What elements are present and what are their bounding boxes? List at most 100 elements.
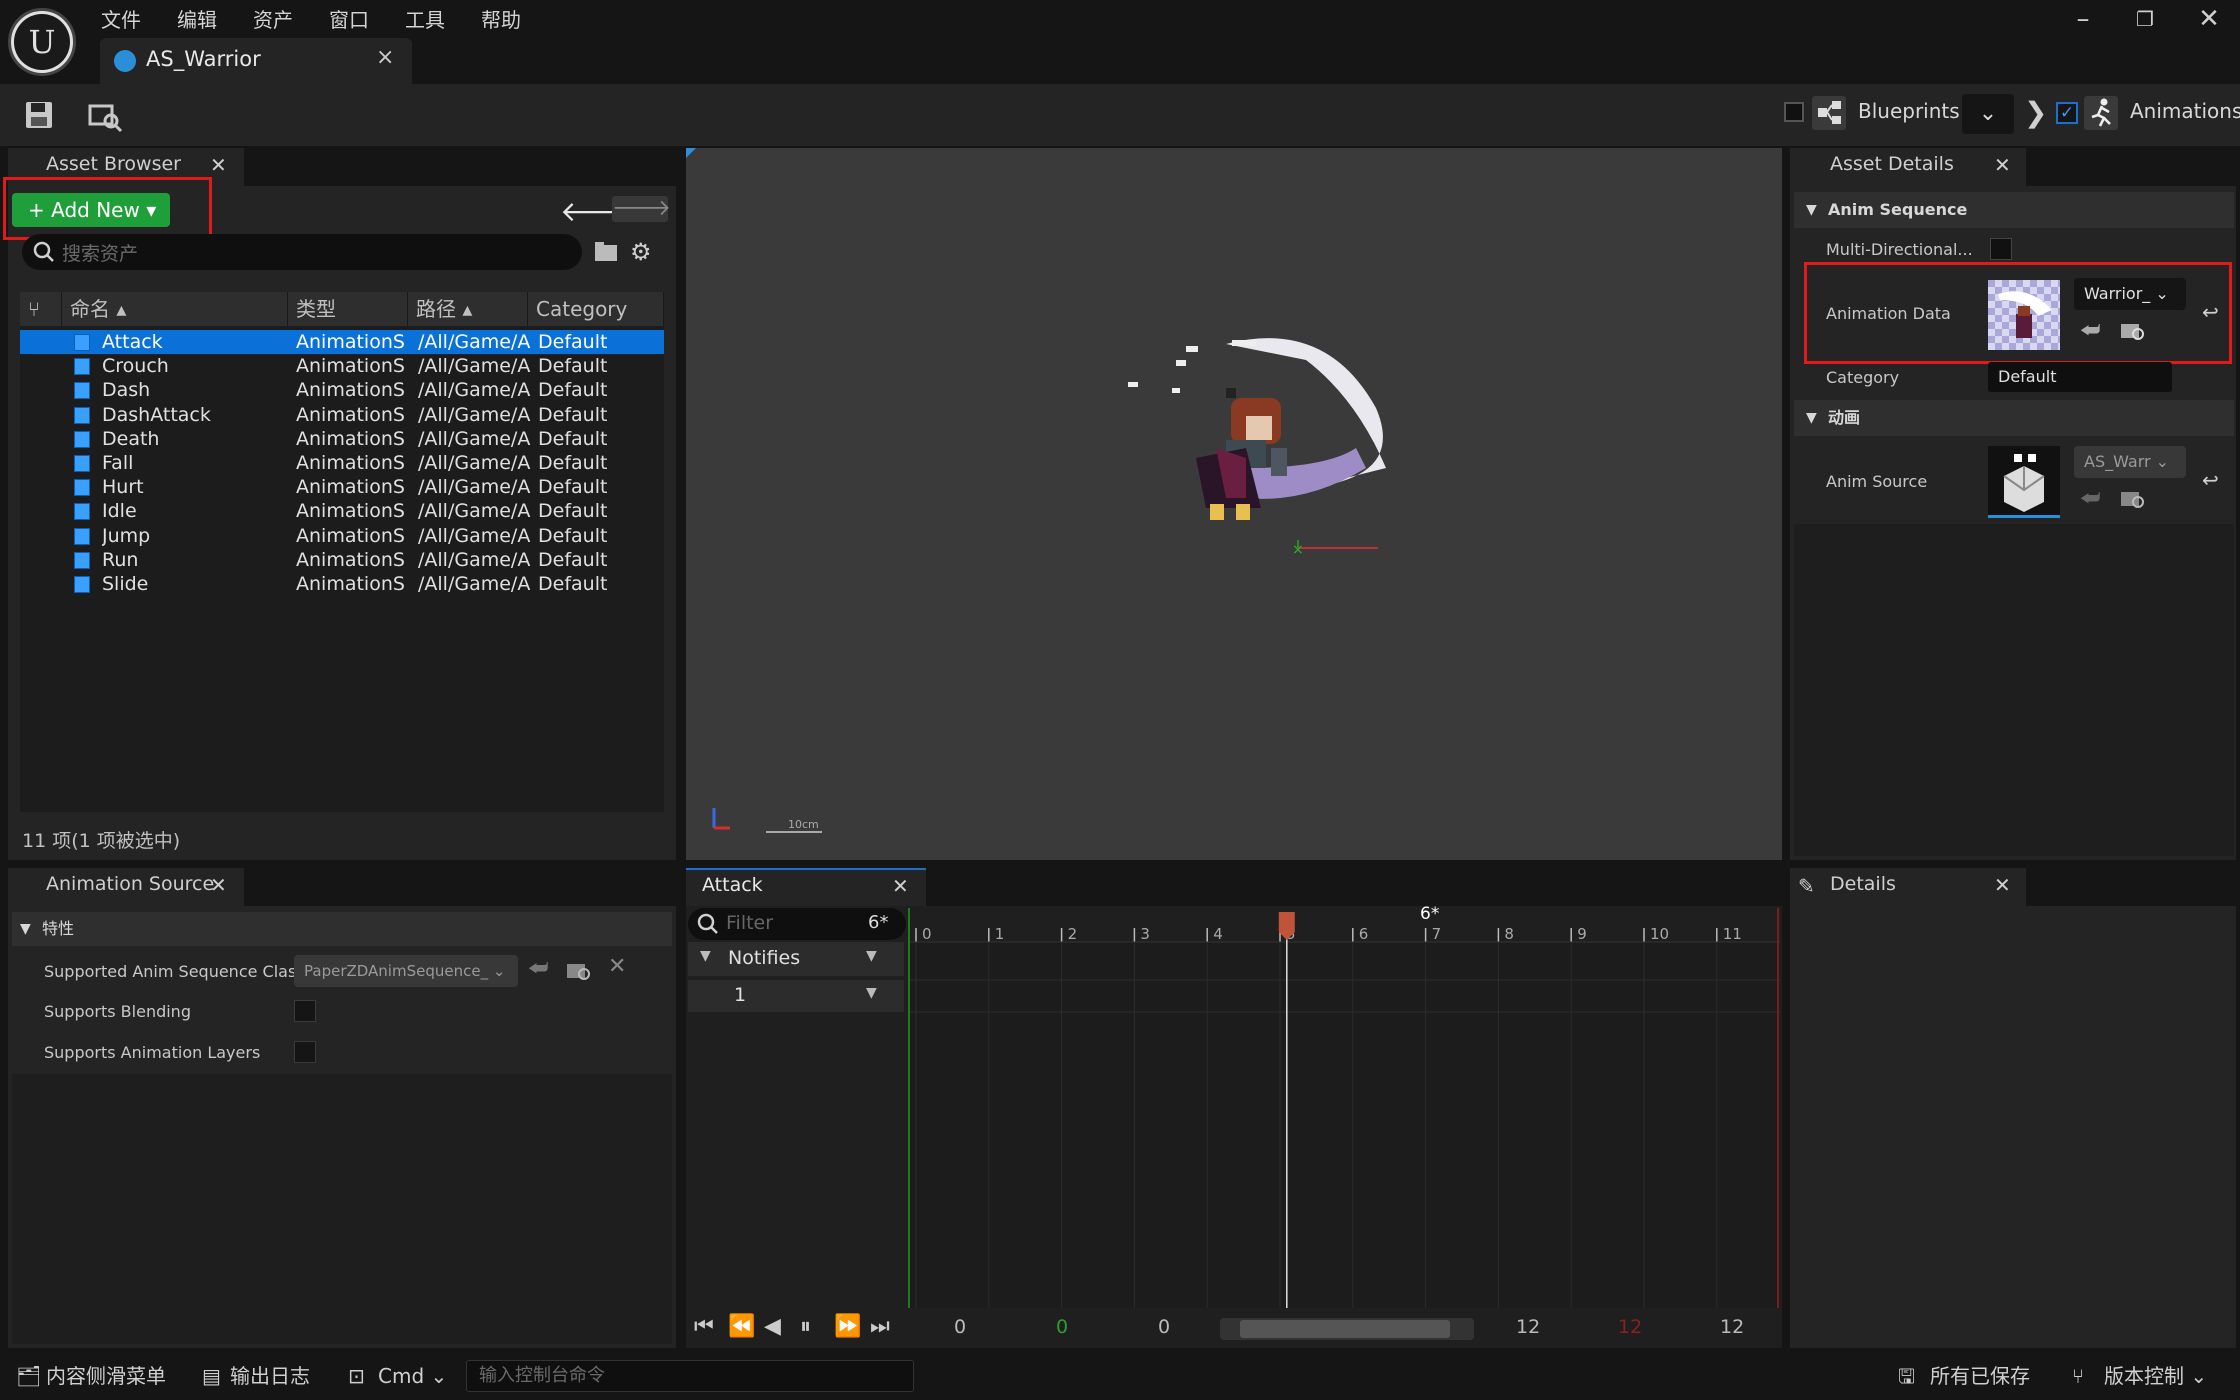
asset-row[interactable]: Hurt AnimationS/All/Game/A Default [20,475,664,499]
anim-source-value: AS_Warr [2084,452,2151,471]
notifies-track[interactable]: ▼ Notifies ▼ [688,942,904,976]
output-log-button[interactable]: ▤ 输出日志 [198,1356,324,1396]
range-end-2[interactable]: 12 [1720,1316,1744,1338]
menu-tools[interactable]: 工具 [405,4,445,33]
viewport[interactable]: × 10cm [686,148,1782,860]
forward-arrow-icon[interactable]: 🡒 [612,196,671,222]
asset-row[interactable]: Jump AnimationS/All/Game/A Default [20,524,664,548]
animations-checkbox[interactable]: ✓ [2056,102,2078,124]
asset-row-name: Hurt [102,476,144,499]
branch-icon[interactable]: ⑂ [20,292,62,326]
range-end-red[interactable]: 12 [1618,1316,1642,1338]
reset-icon[interactable]: ↩ [2202,468,2219,492]
current-frame-field[interactable]: 6* [868,912,888,933]
animations-label[interactable]: Animations [2130,99,2240,123]
range-start[interactable]: 0 [954,1316,966,1338]
asset-browser-close-icon[interactable]: ✕ [210,153,227,177]
timeline-tab[interactable]: Attack ✕ [686,868,926,906]
section-animation[interactable]: ▼ 动画 [1794,400,2234,436]
asset-row[interactable]: DashAttack AnimationS/All/Game/A Default [20,403,664,427]
step-back-icon[interactable]: ⏪ [728,1314,755,1339]
menu-help[interactable]: 帮助 [481,4,521,33]
asset-row[interactable]: Fall AnimationS/All/Game/A Default [20,451,664,475]
supports-blending-checkbox[interactable] [294,1000,316,1022]
section-traits[interactable]: ▼ 特性 [12,912,672,946]
settings-gear-icon[interactable]: ⚙ [630,238,652,266]
skip-end-icon[interactable]: ⏭ [870,1314,890,1339]
close-window-icon[interactable]: ✕ [2184,2,2234,36]
asset-details-tab[interactable]: Asset Details ✕ [1790,148,2026,186]
clear-icon[interactable]: ✕ [608,954,626,979]
column-name[interactable]: 命名 ▴ [62,292,288,326]
asset-row[interactable]: Slide AnimationS/All/Game/A Default [20,572,664,596]
section-anim-sequence[interactable]: ▼ Anim Sequence [1794,192,2234,228]
range-end[interactable]: 12 [1516,1316,1540,1338]
output-log-icon: ▤ [202,1364,221,1388]
asset-search-input[interactable]: 搜索资产 [22,234,582,270]
asset-row[interactable]: Dash AnimationS/All/Game/A Default [20,378,664,402]
cmd-dropdown[interactable]: ⊡ Cmd ⌄ [346,1356,450,1396]
browse-icon[interactable] [84,94,126,136]
unreal-logo-icon[interactable]: U [8,8,76,76]
animation-source-close-icon[interactable]: ✕ [210,873,227,897]
editor-tab[interactable]: AS_Warrior × [100,38,412,84]
content-drawer-button[interactable]: 🗂 内容侧滑菜单 [10,1356,190,1396]
supports-layers-checkbox[interactable] [294,1041,316,1063]
column-path[interactable]: 路径 ▴ [408,292,528,326]
asset-row[interactable]: Attack AnimationS/All/Game/A Default [20,330,664,354]
column-type[interactable]: 类型 [288,292,408,326]
browse-class-icon[interactable] [566,958,592,982]
timeline-track-area[interactable]: 01234567891011 [908,908,1780,1308]
track-1-menu-icon[interactable]: ▼ [866,985,877,1001]
supported-class-dropdown[interactable]: PaperZDAnimSequence_ ⌄ [294,955,518,987]
save-icon[interactable] [18,94,60,136]
notify-track-1[interactable]: 1 ▼ [688,980,904,1012]
asset-row[interactable]: Run AnimationS/All/Game/A Default [20,548,664,572]
range-start-green[interactable]: 0 [1056,1316,1068,1338]
asset-row[interactable]: Death AnimationS/All/Game/A Default [20,427,664,451]
blueprints-label[interactable]: Blueprints [1858,99,1960,123]
scrollbar-thumb[interactable] [1240,1320,1450,1338]
browse-asset-icon[interactable] [2120,486,2146,510]
anim-source-dropdown[interactable]: AS_Warr ⌄ [2074,446,2186,478]
category-input[interactable]: Default [1988,362,2172,392]
menu-edit[interactable]: 编辑 [177,4,217,33]
ruler-tick-label: 8 [1504,925,1514,943]
asset-details-title: Asset Details [1830,153,1954,175]
menu-window[interactable]: 窗口 [329,4,369,33]
play-reverse-icon[interactable]: ◀ [764,1314,781,1339]
timeline-scrollbar[interactable] [1220,1318,1474,1340]
all-saved-button[interactable]: 🖫 所有已保存 [1896,1356,2034,1396]
restore-icon[interactable]: ❐ [2120,2,2170,36]
blueprints-mode-icon[interactable] [1812,96,1846,130]
version-control-button[interactable]: ⑂ 版本控制 ⌄ [2068,1356,2236,1396]
multi-directional-checkbox[interactable] [1990,238,2012,260]
column-category[interactable]: Category [528,292,664,326]
step-forward-icon[interactable]: ⏩ [834,1314,861,1339]
folder-filter-icon[interactable] [594,240,620,264]
range-current[interactable]: 0 [1158,1316,1170,1338]
details-close-icon[interactable]: ✕ [1994,873,2011,897]
blueprints-dropdown-icon[interactable]: ⌄ [1962,94,2014,134]
menu-asset[interactable]: 资产 [253,4,293,33]
blueprints-checkbox[interactable] [1784,102,1804,122]
anim-source-thumbnail[interactable] [1988,446,2060,518]
console-command-input[interactable]: 输入控制台命令 [466,1360,914,1392]
asset-row[interactable]: Idle AnimationS/All/Game/A Default [20,499,664,523]
use-selected-icon[interactable]: ⮨ [528,956,548,981]
section-traits-label: 特性 [42,919,75,938]
asset-details-close-icon[interactable]: ✕ [1994,153,2011,177]
asset-row[interactable]: Crouch AnimationS/All/Game/A Default [20,354,664,378]
asset-row-name: Jump [102,524,151,547]
timeline-close-icon[interactable]: ✕ [892,874,909,898]
skip-start-icon[interactable]: ⏮ [694,1314,714,1339]
animations-mode-icon[interactable] [2084,96,2118,130]
minimize-icon[interactable]: – [2058,2,2108,36]
notifies-menu-icon[interactable]: ▼ [866,948,877,964]
use-selected-icon[interactable]: ⮨ [2080,486,2100,511]
tab-close-icon[interactable]: × [376,45,394,70]
details-tab[interactable]: ✎ Details ✕ [1790,868,2026,906]
pause-icon[interactable]: ⏸ [800,1314,811,1339]
menu-file[interactable]: 文件 [101,4,141,33]
animation-source-tab[interactable]: Animation Source ✕ [8,868,244,906]
